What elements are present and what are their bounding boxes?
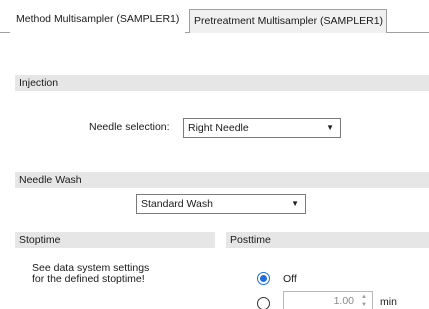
posttime-value: 1.00 [333,295,354,307]
needle-wash-section-header: Needle Wash [15,172,429,188]
needle-wash-value: Standard Wash [141,198,213,210]
tab-label: Pretreatment Multisampler (SAMPLER1) [194,15,384,27]
tab-strip: Method Multisampler (SAMPLER1) Pretreatm… [0,0,429,34]
posttime-off-label: Off [283,273,297,285]
needle-selection-value: Right Needle [188,122,249,134]
posttime-value-radio[interactable] [257,297,270,309]
posttime-unit-label: min [380,296,397,308]
needle-selection-dropdown[interactable]: Right Needle ▼ [183,118,341,138]
needle-selection-label: Needle selection: [89,121,170,133]
posttime-off-radio[interactable] [257,272,270,285]
tab-pretreatment-multisampler[interactable]: Pretreatment Multisampler (SAMPLER1) [189,9,387,33]
up-down-spinner-icon[interactable]: ▲ ▼ [359,293,369,309]
tab-label: Method Multisampler (SAMPLER1) [16,13,180,25]
chevron-down-icon: ▼ [291,199,299,208]
posttime-section-header: Posttime [226,232,429,248]
tab-method-multisampler[interactable]: Method Multisampler (SAMPLER1) [10,7,186,34]
needle-wash-dropdown[interactable]: Standard Wash ▼ [136,194,306,214]
stoptime-note-line2: for the defined stoptime! [32,273,145,285]
chevron-down-icon: ▼ [326,123,334,132]
injection-section-header: Injection [15,75,429,91]
posttime-value-input[interactable]: 1.00 ▲ ▼ [283,291,373,309]
stoptime-section-header: Stoptime [15,232,215,248]
